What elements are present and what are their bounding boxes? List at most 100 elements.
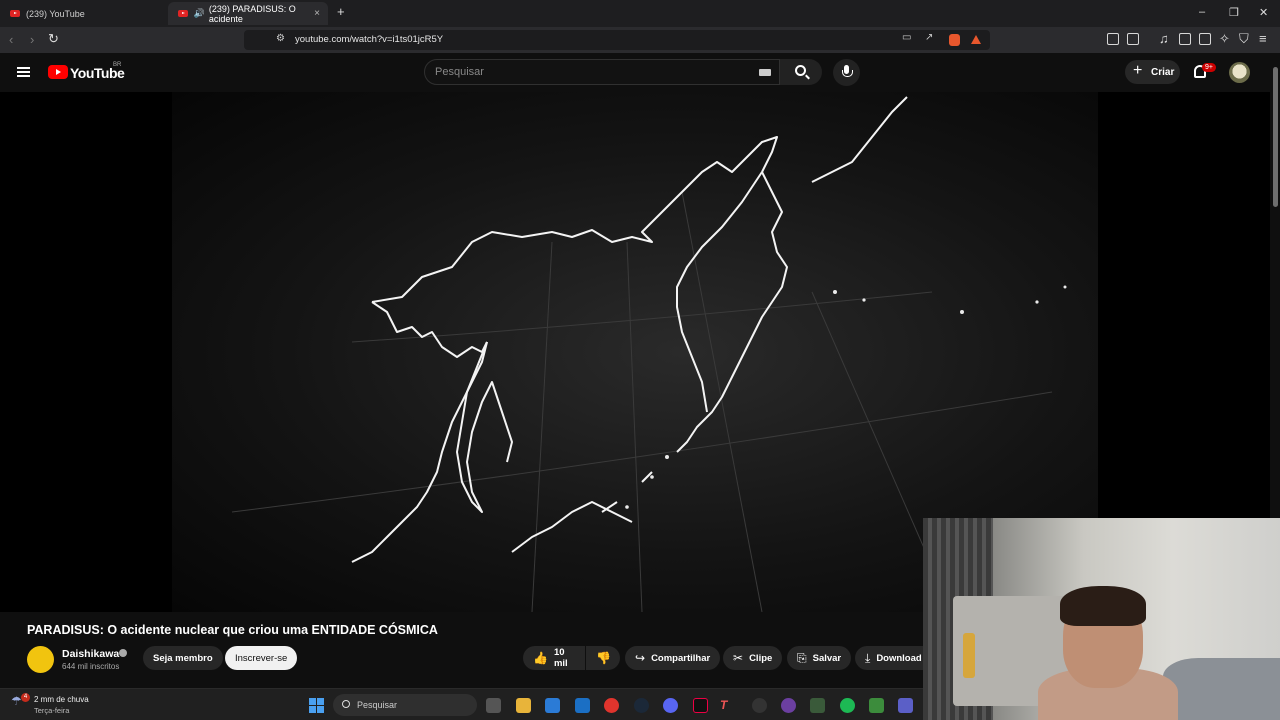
keyboard-icon[interactable] [759, 69, 771, 76]
plus-icon: + [1133, 62, 1143, 79]
app-icon[interactable] [810, 698, 825, 713]
cast-icon[interactable]: ▭ [902, 32, 911, 43]
teams-icon[interactable] [898, 698, 913, 713]
scissors-icon: ✂ [733, 651, 744, 665]
save-label: Salvar [812, 652, 842, 664]
brave-shield-icon[interactable] [949, 34, 960, 46]
reload-icon[interactable]: ↻ [48, 31, 59, 47]
join-label: Seja membro [153, 652, 213, 664]
dislike-button[interactable]: 👎 [586, 646, 620, 670]
vpn-shield-icon[interactable]: ⛉ [1239, 31, 1249, 47]
extensions-icon[interactable] [1107, 33, 1119, 45]
search-input[interactable]: Pesquisar [424, 59, 780, 85]
guide-menu-icon[interactable] [17, 67, 30, 77]
minimize-button[interactable]: – [1199, 6, 1205, 18]
start-button[interactable] [309, 698, 324, 713]
tab-search-icon[interactable] [1127, 33, 1139, 45]
youtube-favicon-icon [10, 10, 20, 17]
file-explorer-icon[interactable] [516, 698, 531, 713]
speaker-icon: 🔊 [193, 8, 205, 18]
download-button[interactable]: ⤓ Download [855, 646, 923, 670]
discord-icon[interactable] [663, 698, 678, 713]
clip-button[interactable]: ✂ Clipe [723, 646, 783, 670]
taskbar-search-label: Pesquisar [357, 700, 398, 710]
weather-line-2[interactable]: Terça-feira [34, 706, 69, 715]
weather-badge: 4 [21, 693, 30, 702]
maximize-button[interactable]: ❐ [1229, 6, 1239, 19]
search-icon [795, 65, 806, 76]
wallet-icon[interactable] [1199, 33, 1211, 45]
download-icon: ⤓ [865, 650, 871, 665]
youtube-favicon-icon [178, 10, 188, 17]
search-placeholder: Pesquisar [435, 66, 484, 78]
channel-name[interactable]: Daishikawa [62, 648, 119, 660]
voice-search-button[interactable] [833, 59, 860, 86]
sidebar-icon[interactable] [1179, 33, 1191, 45]
thumbs-up-icon: 👍 [533, 651, 548, 665]
create-label: Criar [1151, 67, 1175, 78]
tab-youtube-home[interactable]: (239) YouTube [0, 2, 168, 25]
subscriber-count: 644 mil inscritos [62, 662, 120, 671]
clip-label: Clipe [749, 652, 773, 664]
browser-tab-bar: (239) YouTube 🔊 (239) PARADISUS: O acide… [0, 0, 1280, 27]
windows-taskbar: ☂ 4 2 mm de chuva Terça-feira Pesquisar … [0, 688, 923, 720]
taskbar-search[interactable]: Pesquisar [333, 694, 477, 716]
address-field[interactable]: ⚙ youtube.com/watch?v=i1ts01jcR5Y ▭ ↗ [244, 30, 990, 50]
minecraft-icon[interactable] [869, 698, 884, 713]
menu-icon[interactable]: ≡ [1259, 31, 1267, 46]
search-button[interactable] [780, 59, 822, 85]
typora-icon[interactable]: T [720, 698, 735, 713]
save-button[interactable]: ⎘ Salvar [787, 646, 852, 670]
forward-icon[interactable]: › [30, 32, 34, 47]
obs-icon[interactable] [752, 698, 767, 713]
new-tab-button[interactable]: + [337, 4, 345, 19]
account-avatar[interactable] [1229, 62, 1250, 83]
subscribe-button[interactable]: Inscrever-se [225, 646, 298, 670]
youtube-header: YouTube BR Pesquisar + Criar 9+ [0, 53, 1280, 92]
notification-badge: 9+ [1202, 63, 1216, 72]
brave-rewards-icon[interactable] [971, 35, 981, 44]
join-button[interactable]: Seja membro [143, 646, 223, 670]
channel-avatar[interactable] [27, 646, 54, 673]
share-page-icon[interactable]: ↗ [925, 32, 933, 43]
share-button[interactable]: ↪ Compartilhar [625, 646, 721, 670]
country-code: BR [113, 62, 122, 68]
bottle [963, 633, 975, 678]
subscribe-label: Inscrever-se [235, 652, 288, 664]
create-button[interactable]: + Criar [1125, 60, 1180, 84]
youtube-logo-icon[interactable] [48, 65, 68, 79]
share-icon: ↪ [635, 651, 646, 665]
spotify-icon[interactable] [840, 698, 855, 713]
url-text: youtube.com/watch?v=i1ts01jcR5Y [295, 34, 444, 45]
like-count: 10 mil [553, 647, 568, 669]
webcam-overlay [923, 518, 1280, 720]
video-title: PARADISUS: O acidente nuclear que criou … [27, 623, 438, 637]
tab-label: (239) YouTube [26, 8, 85, 19]
outlook-icon[interactable] [575, 698, 590, 713]
download-label: Download [876, 652, 922, 664]
opera-icon[interactable] [604, 698, 619, 713]
leo-ai-icon[interactable]: ✧ [1219, 31, 1230, 47]
close-window-button[interactable]: ✕ [1259, 6, 1268, 19]
like-button[interactable]: 👍 10 mil [523, 646, 585, 670]
site-settings-icon[interactable]: ⚙ [276, 33, 285, 44]
task-view-icon[interactable] [486, 698, 501, 713]
save-playlist-icon: ⎘ [797, 650, 807, 665]
close-tab-icon[interactable]: × [314, 8, 320, 19]
store-icon[interactable] [545, 698, 560, 713]
tab-label: (239) PARADISUS: O acidente [208, 3, 296, 24]
weather-line-1[interactable]: 2 mm de chuva [34, 695, 89, 704]
scrollbar-thumb[interactable] [1273, 67, 1278, 207]
music-icon[interactable]: ♫ [1159, 31, 1169, 46]
tab-video[interactable]: 🔊 (239) PARADISUS: O acidente × [168, 2, 328, 25]
search-icon [342, 700, 350, 708]
steam-icon[interactable] [634, 698, 649, 713]
verified-icon [119, 649, 127, 657]
back-icon[interactable]: ‹ [9, 32, 13, 47]
bed-sheets [1163, 658, 1280, 720]
address-toolbar: ‹ › ↻ 🔖 ⚙ youtube.com/watch?v=i1ts01jcR5… [0, 27, 1280, 53]
person-hair [1060, 586, 1146, 626]
share-label: Compartilhar [651, 652, 711, 664]
twitch-icon[interactable] [781, 698, 796, 713]
tiktok-icon[interactable] [693, 698, 708, 713]
